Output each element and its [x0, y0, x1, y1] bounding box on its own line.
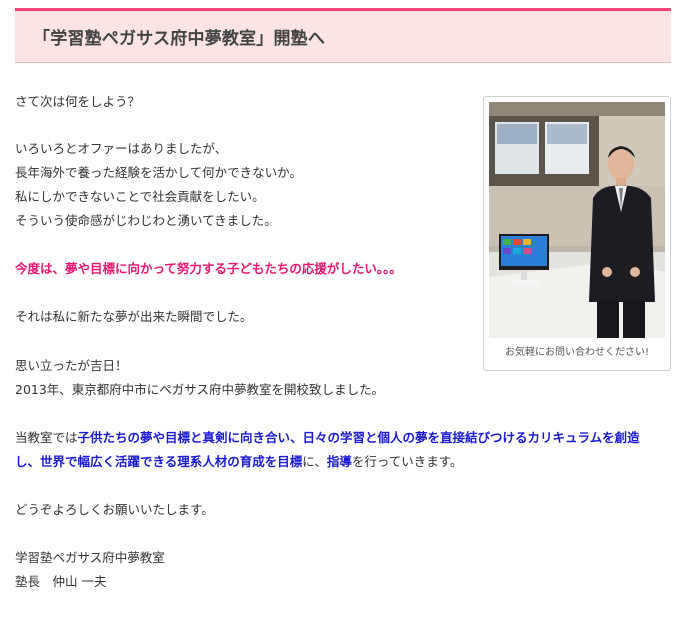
text-span: を行っていきます。	[351, 454, 463, 469]
emphasis-text: 子供たちの夢や目標と真剣に向き合い、日々の学習と個人の夢を直接結びつけるカリキュ…	[77, 430, 640, 445]
paragraph-line: いろいろとオファーはありましたが、	[15, 141, 228, 156]
paragraph-line: 2013年、東京都府中市にペガサス府中夢教室を開校致しました。	[15, 382, 385, 397]
photo-caption: お気軽にお問い合わせください!	[504, 347, 649, 358]
paragraph-line: し、世界で幅広く活躍できる理系人材の育成を目標に、指導を行っていきます。	[15, 450, 463, 474]
paragraph: それは私に新たな夢が出来た瞬間でした。	[15, 309, 253, 324]
classroom-photo	[489, 102, 665, 338]
paragraph-line: 思い立ったが吉日！	[15, 358, 128, 373]
paragraph-line: 当教室では子供たちの夢や目標と真剣に向き合い、日々の学習と個人の夢を直接結びつけ…	[15, 426, 640, 450]
section-heading: 「学習塾ペガサス府中夢教室」開塾へ	[15, 8, 671, 63]
photo-card: お気軽にお問い合わせください!	[483, 96, 671, 371]
text-span: に、	[302, 454, 327, 469]
paragraph-line: そういう使命感がじわじわと湧いてきました。	[15, 213, 277, 228]
text-span: 当教室では	[15, 430, 78, 445]
paragraph: さて次は何をしよう？	[15, 94, 141, 109]
signature-name: 塾長 仲山 一夫	[15, 574, 107, 589]
signature-school: 学習塾ペガサス府中夢教室	[15, 550, 165, 565]
photo-illustration	[489, 102, 665, 338]
paragraph-line: 長年海外で養った経験を活かして何かできないか。	[15, 165, 302, 180]
paragraph: どうぞよろしくお願いいたします。	[15, 502, 214, 517]
emphasis-text: し、世界で幅広く活躍できる理系人材の育成を目標	[15, 454, 303, 469]
emphasis-text: 指導	[326, 454, 352, 469]
highlight-text: 今度は、夢や目標に向かって努力する子どもたちの応援がしたい。。。	[15, 261, 402, 276]
page-title: 「学習塾ペガサス府中夢教室」開塾へ	[33, 29, 326, 49]
paragraph-line: 私にしかできないことで社会貢献をしたい。	[15, 189, 265, 204]
